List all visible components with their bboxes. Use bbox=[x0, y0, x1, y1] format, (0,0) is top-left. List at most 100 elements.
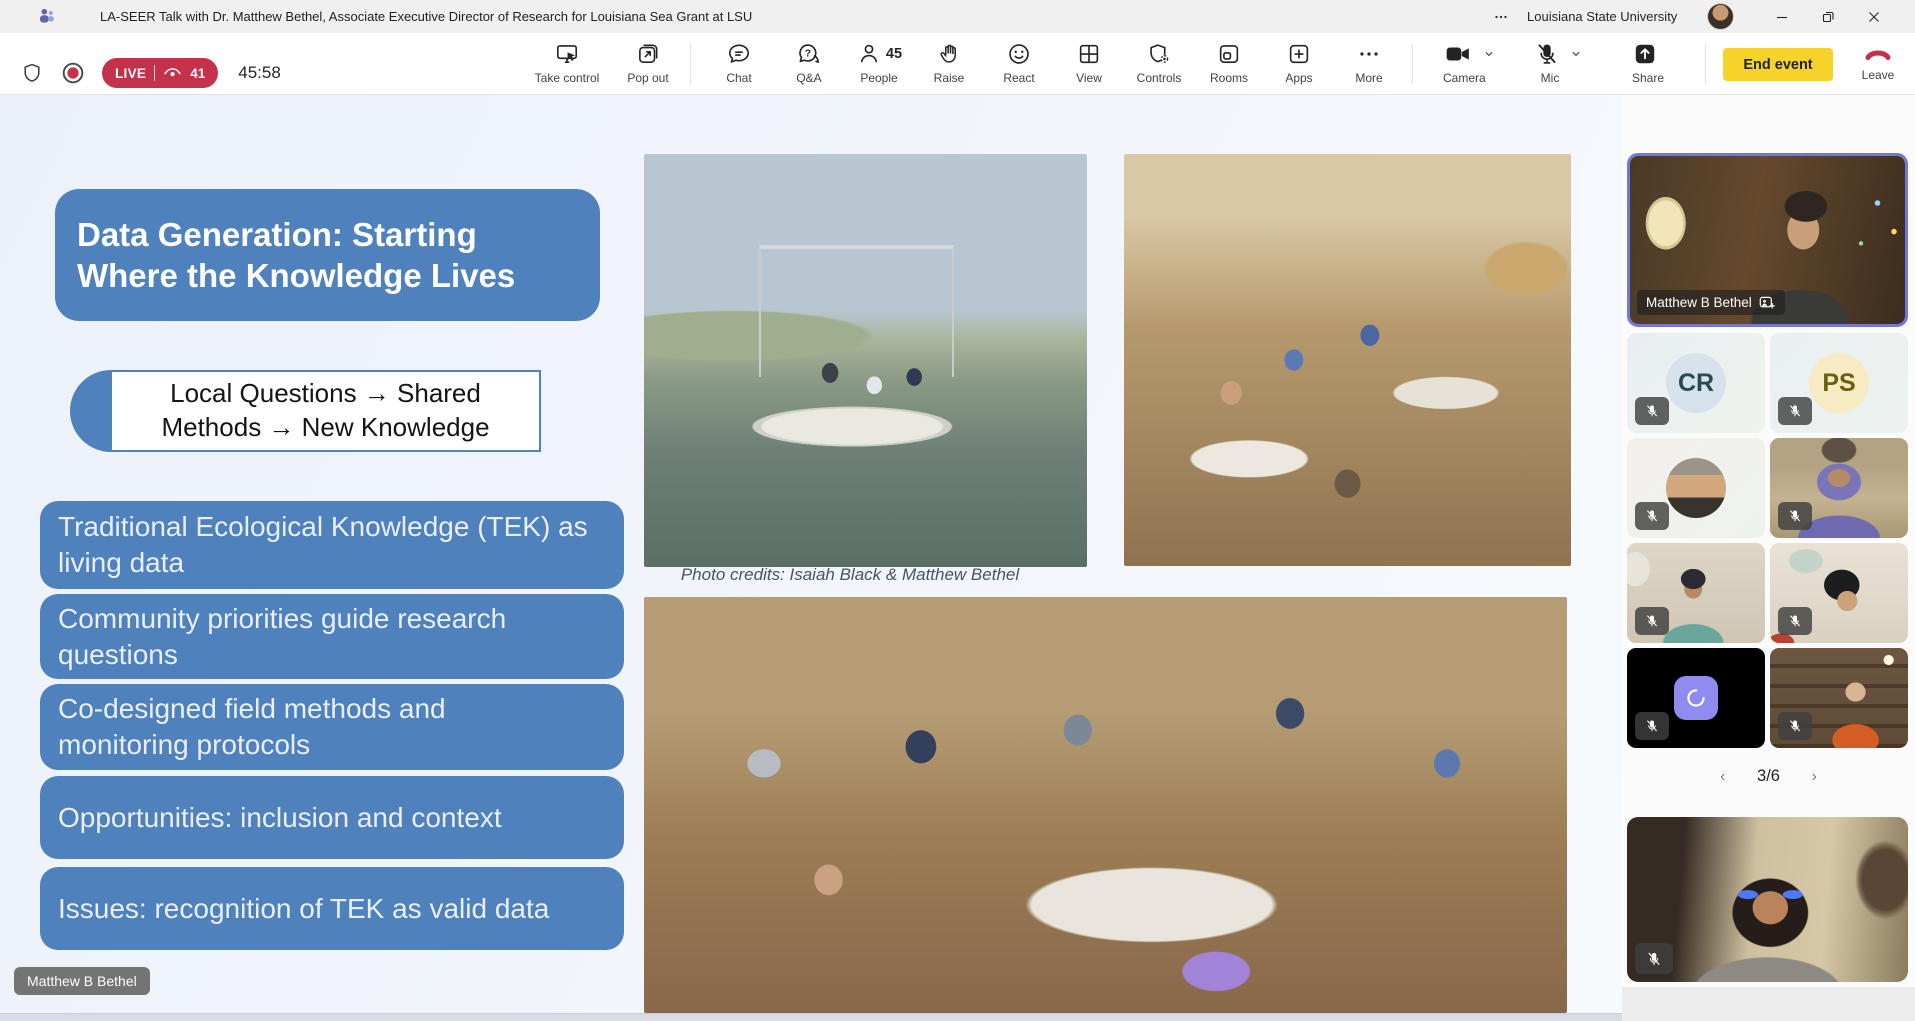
security-shield-icon bbox=[20, 61, 44, 85]
toolbar-separator bbox=[1412, 44, 1413, 84]
people-button[interactable]: 45 People bbox=[844, 33, 914, 95]
rooms-icon bbox=[1216, 41, 1242, 67]
previous-page-chevron-icon[interactable] bbox=[1715, 769, 1731, 785]
restore-button[interactable] bbox=[1805, 0, 1851, 33]
speaker-name-tag: Matthew B Bethel bbox=[1637, 290, 1785, 315]
mic-off-icon bbox=[1787, 403, 1803, 419]
callout-text: Local Questions → Shared Methods → New K… bbox=[110, 370, 541, 452]
titlebar-more-button[interactable] bbox=[1488, 6, 1514, 27]
participant-tile-video[interactable] bbox=[1770, 438, 1908, 538]
rooms-button[interactable]: Rooms bbox=[1194, 33, 1264, 95]
leave-phone-icon bbox=[1863, 43, 1893, 65]
participant-tile-video[interactable] bbox=[1770, 648, 1908, 748]
user-avatar[interactable] bbox=[1707, 3, 1734, 30]
mic-off-icon bbox=[1644, 613, 1660, 629]
photo-community-workshop bbox=[1124, 154, 1571, 566]
slide-bullet: Opportunities: inclusion and context bbox=[40, 776, 624, 859]
camera-label: Camera bbox=[1443, 71, 1475, 85]
photo-boat-fieldwork bbox=[644, 154, 1087, 567]
camera-icon[interactable] bbox=[1443, 41, 1473, 67]
minimize-icon bbox=[1775, 10, 1789, 24]
mic-muted-badge bbox=[1635, 607, 1669, 635]
toolbar-separator bbox=[690, 44, 691, 84]
camera-options-chevron-icon[interactable] bbox=[1482, 47, 1496, 61]
qa-icon: ? bbox=[796, 41, 822, 67]
boat-canopy-frame bbox=[759, 245, 954, 377]
mic-muted-badge bbox=[1635, 712, 1669, 740]
react-button[interactable]: React bbox=[984, 33, 1054, 95]
next-page-chevron-icon[interactable] bbox=[1806, 769, 1822, 785]
slide-bullet: Issues: recognition of TEK as valid data bbox=[40, 867, 624, 950]
pop-out-button[interactable]: Pop out bbox=[613, 33, 683, 95]
apps-button[interactable]: Apps bbox=[1264, 33, 1334, 95]
stage-bottom-bar bbox=[0, 1013, 1622, 1021]
minimize-button[interactable] bbox=[1759, 0, 1805, 33]
mic-off-icon bbox=[1644, 403, 1660, 419]
participant-tile-app[interactable] bbox=[1627, 648, 1765, 748]
view-button[interactable]: View bbox=[1054, 33, 1124, 95]
more-button[interactable]: More bbox=[1334, 33, 1404, 95]
svg-text:?: ? bbox=[805, 48, 811, 59]
pop-out-icon bbox=[635, 41, 661, 67]
participant-tile-initials[interactable]: PS bbox=[1770, 333, 1908, 433]
controls-button[interactable]: Controls bbox=[1124, 33, 1194, 95]
leave-button[interactable]: Leave bbox=[1847, 33, 1909, 95]
view-grid-icon bbox=[1076, 41, 1102, 67]
mic-muted-badge bbox=[1778, 712, 1812, 740]
close-button[interactable] bbox=[1851, 0, 1897, 33]
mic-off-icon bbox=[1644, 508, 1660, 524]
self-view-tile[interactable] bbox=[1627, 817, 1908, 982]
slide-title: Data Generation: Starting Where the Know… bbox=[55, 189, 600, 321]
viewer-count: 41 bbox=[190, 66, 205, 81]
share-icon[interactable] bbox=[1632, 41, 1658, 67]
mic-off-icon bbox=[1787, 613, 1803, 629]
participant-initials: CR bbox=[1666, 353, 1726, 413]
participant-initials: PS bbox=[1809, 353, 1869, 413]
mic-label: Mic bbox=[1534, 71, 1566, 85]
participant-tile-initials[interactable]: CR bbox=[1627, 333, 1765, 433]
qa-button[interactable]: ? Q&A bbox=[774, 33, 844, 95]
take-control-button[interactable]: Take control bbox=[521, 33, 613, 95]
sidebar-bottom-area bbox=[1622, 987, 1915, 1021]
presenter-name-overlay: Matthew B Bethel bbox=[14, 967, 150, 995]
controls-shield-gear-icon bbox=[1146, 41, 1172, 67]
mic-off-icon bbox=[1644, 718, 1660, 734]
spotlight-icon bbox=[1759, 295, 1776, 310]
live-badge: LIVE 41 bbox=[102, 58, 218, 88]
chat-button[interactable]: Chat bbox=[704, 33, 774, 95]
loop-glyph-icon bbox=[1683, 685, 1709, 711]
raise-hand-button[interactable]: Raise bbox=[914, 33, 984, 95]
slide-bullet: Community priorities guide research ques… bbox=[40, 594, 624, 679]
teams-meeting-window: LA-SEER Talk with Dr. Matthew Bethel, As… bbox=[0, 0, 1915, 1021]
gallery-pagination: 3/6 bbox=[1622, 767, 1915, 786]
slide-bullet: Traditional Ecological Knowledge (TEK) a… bbox=[40, 501, 624, 589]
ellipsis-icon bbox=[1492, 8, 1510, 26]
mic-muted-badge bbox=[1778, 502, 1812, 530]
participant-avatar-photo bbox=[1666, 458, 1726, 518]
end-event-button[interactable]: End event bbox=[1723, 48, 1833, 81]
teams-app-icon bbox=[36, 6, 57, 27]
control-cluster-b: Chat ? Q&A 45 People bbox=[704, 33, 1404, 95]
mic-group: Mic bbox=[1534, 33, 1583, 85]
share-group: Share bbox=[1632, 33, 1664, 85]
more-ellipsis-icon bbox=[1356, 41, 1382, 67]
mic-muted-icon[interactable] bbox=[1534, 41, 1560, 67]
viewers-eye-icon bbox=[163, 66, 182, 80]
share-label: Share bbox=[1632, 71, 1664, 85]
active-speaker-tile[interactable]: Matthew B Bethel bbox=[1627, 153, 1908, 327]
mic-options-chevron-icon[interactable] bbox=[1569, 47, 1583, 61]
toolbar-separator bbox=[1705, 44, 1706, 84]
organization-name[interactable]: Louisiana State University bbox=[1527, 0, 1677, 33]
page-indicator: 3/6 bbox=[1757, 767, 1780, 786]
participant-tile-video[interactable] bbox=[1770, 543, 1908, 643]
control-cluster-a: Take control Pop out bbox=[521, 33, 683, 95]
elapsed-timer: 45:58 bbox=[238, 63, 281, 83]
slide-bullet: Co-designed field methods and monitoring… bbox=[40, 684, 624, 770]
raise-hand-icon bbox=[936, 41, 962, 67]
take-control-icon bbox=[554, 41, 580, 67]
title-bar: LA-SEER Talk with Dr. Matthew Bethel, As… bbox=[0, 0, 1915, 33]
speaker-name: Matthew B Bethel bbox=[1646, 295, 1752, 310]
participant-tile-avatar[interactable] bbox=[1627, 438, 1765, 538]
participant-tile-video[interactable] bbox=[1627, 543, 1765, 643]
restore-icon bbox=[1821, 10, 1835, 24]
